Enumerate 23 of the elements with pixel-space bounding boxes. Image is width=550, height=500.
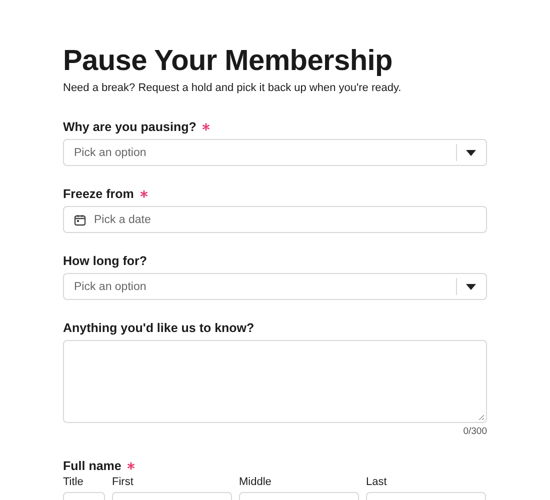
required-icon [140,190,148,198]
required-icon [127,462,136,470]
date-field[interactable]: Pick a date [63,206,487,233]
field-label: Anything you'd like us to know? [63,320,254,334]
field-label: Full name [63,458,122,472]
name-part-label: Last [366,475,388,489]
page-subtitle: Need a break? Request a hold and pick it back up when you're ready. [63,81,402,95]
page-title: Pause Your Membership [63,44,394,79]
calendar-icon [74,214,86,226]
caret-icon [466,284,476,290]
field-label: Why are you pausing? [63,120,196,134]
resize-handle-icon[interactable] [478,414,484,420]
select-field[interactable]: Pick an option [63,139,487,166]
field-label: How long for? [63,254,148,268]
text-area[interactable] [63,340,487,423]
name-part-label: Middle [239,475,272,489]
name-part-label: First [112,475,134,489]
character-counter: 0/300 [462,426,487,438]
required-icon [202,122,210,130]
field-label: Freeze from [63,186,134,200]
caret-icon [466,150,476,156]
select-field[interactable]: Pick an option [63,273,487,300]
name-part-label: Title [63,475,84,489]
